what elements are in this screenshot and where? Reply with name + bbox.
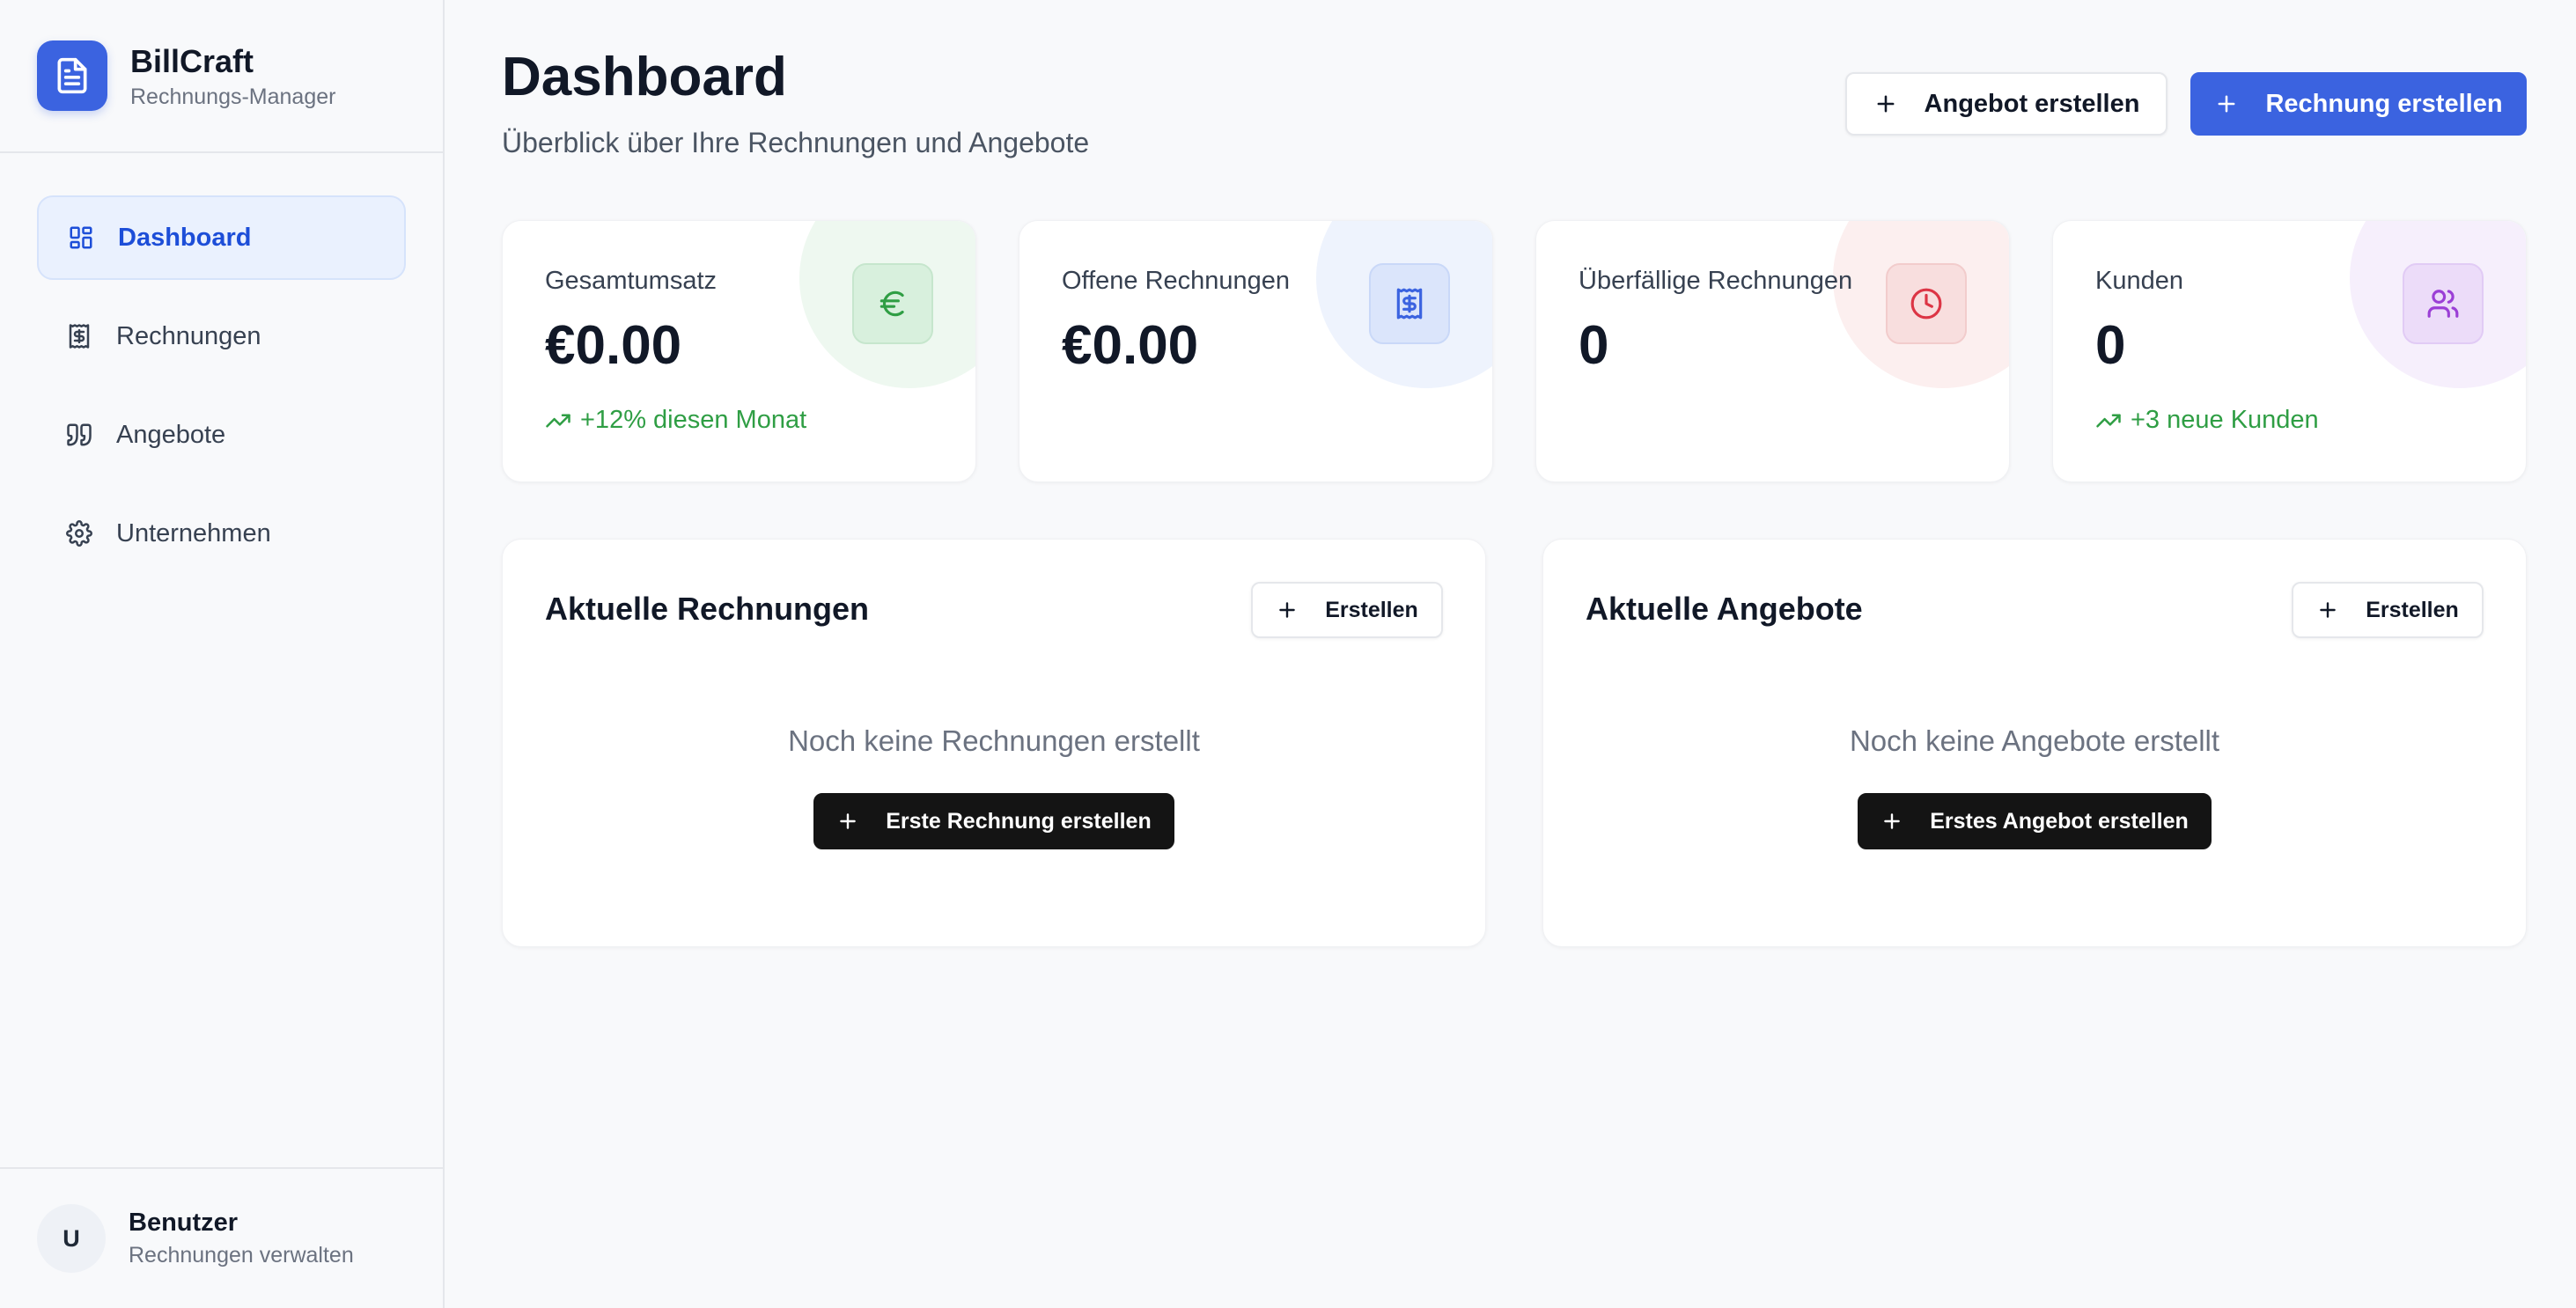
stat-card-overdue-invoices: Überfällige Rechnungen 0 bbox=[1535, 220, 2010, 482]
plus-icon bbox=[1880, 810, 1903, 833]
plus-icon bbox=[2214, 92, 2239, 116]
brand-subtitle: Rechnungs-Manager bbox=[130, 84, 336, 109]
users-icon bbox=[2403, 263, 2484, 344]
page-subtitle: Überblick über Ihre Rechnungen und Angeb… bbox=[502, 127, 1090, 158]
stat-value: 0 bbox=[2095, 315, 2126, 376]
stat-value: 0 bbox=[1579, 315, 1609, 376]
user-profile[interactable]: U Benutzer Rechnungen verwalten bbox=[0, 1167, 445, 1308]
plus-icon bbox=[2316, 599, 2339, 621]
first-offer-button[interactable]: Erstes Angebot erstellen bbox=[1858, 793, 2212, 849]
quote-icon bbox=[65, 421, 93, 449]
file-text-icon bbox=[37, 40, 107, 111]
stat-value: €0.00 bbox=[1062, 315, 1199, 376]
stat-label: Offene Rechnungen bbox=[1062, 267, 1291, 295]
plus-icon bbox=[1276, 599, 1299, 621]
stat-trend: +12% diesen Monat bbox=[545, 406, 806, 435]
sidebar-item-label: Unternehmen bbox=[116, 518, 271, 547]
sidebar: BillCraft Rechnungs-Manager Dashboard Re… bbox=[0, 0, 445, 1308]
panels-row: Aktuelle Rechnungen Erstellen Noch keine… bbox=[502, 539, 2527, 947]
create-invoice-label: Rechnung erstellen bbox=[2265, 89, 2503, 118]
plus-icon bbox=[836, 810, 859, 833]
clock-icon bbox=[1886, 263, 1967, 344]
page-title: Dashboard bbox=[502, 47, 787, 107]
sidebar-item-label: Rechnungen bbox=[116, 321, 261, 350]
first-invoice-label: Erste Rechnung erstellen bbox=[886, 808, 1152, 834]
create-invoice-small-button[interactable]: Erstellen bbox=[1251, 582, 1443, 638]
first-invoice-button[interactable]: Erste Rechnung erstellen bbox=[813, 793, 1174, 849]
stat-trend-text: +3 neue Kunden bbox=[2131, 406, 2319, 434]
brand: BillCraft Rechnungs-Manager bbox=[0, 0, 443, 153]
stat-trend: +3 neue Kunden bbox=[2095, 406, 2319, 435]
create-offer-label: Angebot erstellen bbox=[1924, 89, 2140, 118]
stats-row: Gesamtumsatz €0.00 +12% diesen Monat Off… bbox=[502, 220, 2527, 482]
empty-state-text: Noch keine Rechnungen erstellt bbox=[788, 724, 1200, 757]
user-name: Benutzer bbox=[129, 1209, 239, 1237]
stat-card-revenue: Gesamtumsatz €0.00 +12% diesen Monat bbox=[502, 220, 976, 482]
sidebar-item-dashboard[interactable]: Dashboard bbox=[37, 195, 406, 280]
stat-label: Gesamtumsatz bbox=[545, 267, 717, 295]
panel-title: Aktuelle Rechnungen bbox=[545, 591, 870, 627]
stat-card-customers: Kunden 0 +3 neue Kunden bbox=[2052, 220, 2527, 482]
sidebar-item-unternehmen[interactable]: Unternehmen bbox=[37, 491, 406, 576]
user-subtitle: Rechnungen verwalten bbox=[129, 1243, 354, 1268]
create-label: Erstellen bbox=[1325, 597, 1418, 622]
brand-name: BillCraft bbox=[130, 42, 254, 79]
stat-label: Kunden bbox=[2095, 267, 2183, 295]
sidebar-item-angebote[interactable]: Angebote bbox=[37, 393, 406, 477]
sidebar-item-label: Dashboard bbox=[118, 223, 252, 252]
panel-title: Aktuelle Angebote bbox=[1586, 591, 1863, 627]
stat-trend-text: +12% diesen Monat bbox=[580, 406, 807, 434]
sidebar-nav: Dashboard Rechnungen Angebote Unternehme… bbox=[0, 153, 443, 576]
create-label: Erstellen bbox=[2366, 597, 2459, 622]
plus-icon bbox=[1873, 92, 1898, 116]
create-offer-small-button[interactable]: Erstellen bbox=[2292, 582, 2484, 638]
create-invoice-button[interactable]: Rechnung erstellen bbox=[2190, 72, 2527, 136]
stat-label: Überfällige Rechnungen bbox=[1579, 267, 1853, 295]
header-actions: Angebot erstellen Rechnung erstellen bbox=[1845, 72, 2527, 136]
empty-state-text: Noch keine Angebote erstellt bbox=[1849, 724, 2220, 757]
settings-icon bbox=[65, 519, 93, 547]
stat-value: €0.00 bbox=[545, 315, 682, 376]
first-offer-label: Erstes Angebot erstellen bbox=[1930, 808, 2189, 834]
trending-up-icon bbox=[2095, 408, 2122, 434]
create-offer-button[interactable]: Angebot erstellen bbox=[1845, 72, 2168, 136]
recent-offers-panel: Aktuelle Angebote Erstellen Noch keine A… bbox=[1542, 539, 2527, 947]
receipt-icon bbox=[65, 322, 93, 350]
layout-dashboard-icon bbox=[67, 224, 95, 252]
recent-invoices-panel: Aktuelle Rechnungen Erstellen Noch keine… bbox=[502, 539, 1486, 947]
euro-icon bbox=[852, 263, 933, 344]
avatar: U bbox=[37, 1204, 106, 1273]
sidebar-item-label: Angebote bbox=[116, 420, 226, 449]
sidebar-item-rechnungen[interactable]: Rechnungen bbox=[37, 294, 406, 378]
stat-card-open-invoices: Offene Rechnungen €0.00 bbox=[1019, 220, 1493, 482]
receipt-icon bbox=[1369, 263, 1450, 344]
trending-up-icon bbox=[545, 408, 571, 434]
